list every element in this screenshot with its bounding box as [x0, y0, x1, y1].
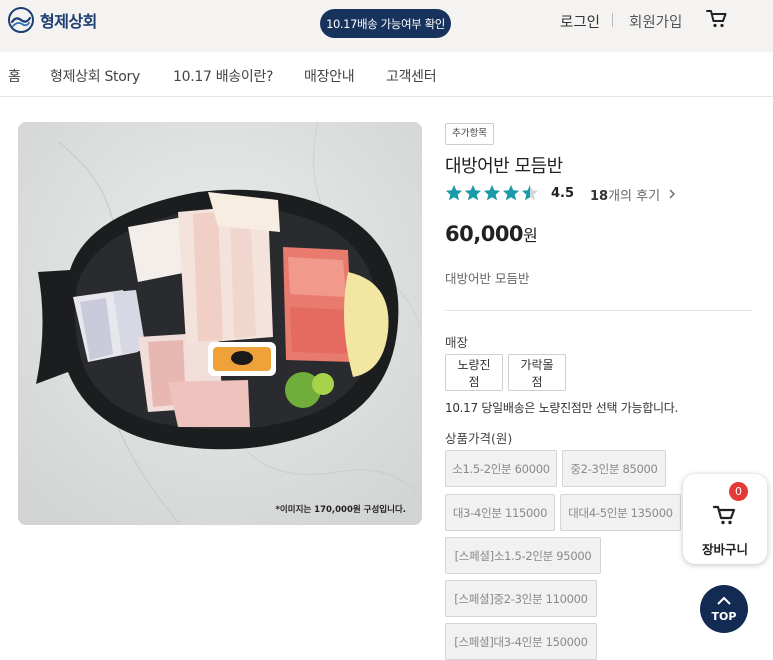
nav-item-delivery-info[interactable]: 10.17 배송이란? — [173, 66, 273, 86]
store-option-noryangjin[interactable]: 노량진점 — [445, 354, 503, 391]
review-count: 18 — [590, 189, 609, 204]
review-link[interactable]: 18개의 후기 — [590, 185, 660, 204]
product-tag: 추가항목 — [445, 123, 494, 145]
sashimi-platter-illustration — [18, 122, 422, 525]
star-icon — [484, 185, 500, 201]
scroll-top-button[interactable]: TOP — [700, 585, 748, 633]
top-bar: 형제상회 10.17배송 가능여부 확인 로그인 회원가입 — [0, 0, 773, 52]
price-option[interactable]: 대대4-5인분 135000 — [560, 494, 681, 531]
price-option[interactable]: [스페셜]소1.5-2인분 95000 — [445, 537, 601, 574]
section-divider — [445, 310, 752, 311]
signup-link[interactable]: 회원가입 — [629, 11, 682, 32]
store-section-label: 매장 — [445, 335, 469, 350]
price-option[interactable]: 소1.5-2인분 60000 — [445, 450, 557, 487]
rating-stars — [445, 184, 539, 202]
store-notice: 10.17 당일배송은 노량진점만 선택 가능합니다. — [445, 401, 679, 415]
login-link[interactable]: 로그인 — [560, 11, 600, 32]
nav-item-store-info[interactable]: 매장안내 — [304, 66, 355, 86]
price-section-label: 상품가격(원) — [445, 431, 513, 446]
price-amount: 60,000 — [445, 222, 524, 246]
product-title: 대방어반 모듬반 — [445, 156, 563, 177]
price-unit: 원 — [523, 226, 538, 245]
store-option-garak[interactable]: 가락몰점 — [508, 354, 566, 391]
cart-icon[interactable] — [706, 8, 728, 30]
rating-value: 4.5 — [551, 186, 575, 201]
star-icon — [503, 185, 519, 201]
cart-count-badge: 0 — [729, 482, 748, 501]
nav-item-customer-center[interactable]: 고객센터 — [386, 66, 437, 86]
top-label: TOP — [711, 610, 737, 623]
tuna-slices — [283, 247, 353, 362]
logo-text: 형제상회 — [40, 12, 97, 31]
product-description: 대방어반 모듬반 — [445, 271, 530, 286]
price-option[interactable]: [스페셜]중2-3인분 110000 — [445, 580, 597, 617]
chevron-up-icon — [717, 596, 731, 605]
price-option[interactable]: 중2-3인분 85000 — [562, 450, 666, 487]
header-divider — [612, 13, 613, 27]
image-caption: *이미지는 170,000원 구성입니다. — [275, 505, 406, 515]
sashimi-slices-center — [178, 192, 280, 344]
logo-wave-icon — [8, 7, 34, 33]
delivery-check-button[interactable]: 10.17배송 가능여부 확인 — [320, 9, 451, 38]
nav-item-story[interactable]: 형제상회 Story — [50, 66, 140, 86]
main-nav: 홈 형제상회 Story 10.17 배송이란? 매장안내 고객센터 — [0, 52, 773, 97]
floating-cart-button[interactable]: 0 장바구니 — [683, 474, 767, 564]
product-image: *이미지는 170,000원 구성입니다. — [18, 122, 422, 525]
price-option[interactable]: 대3-4인분 115000 — [445, 494, 555, 531]
star-icon — [465, 185, 481, 201]
logo[interactable]: 형제상회 — [8, 7, 97, 33]
cart-label: 장바구니 — [701, 542, 748, 557]
chevron-right-icon[interactable] — [668, 189, 676, 199]
cart-icon — [713, 505, 736, 525]
nav-item-home[interactable]: 홈 — [8, 66, 21, 86]
star-icon — [522, 185, 538, 201]
product-price: 60,000원 — [445, 222, 538, 246]
star-icon — [446, 185, 462, 201]
review-suffix: 개의 후기 — [608, 189, 661, 204]
